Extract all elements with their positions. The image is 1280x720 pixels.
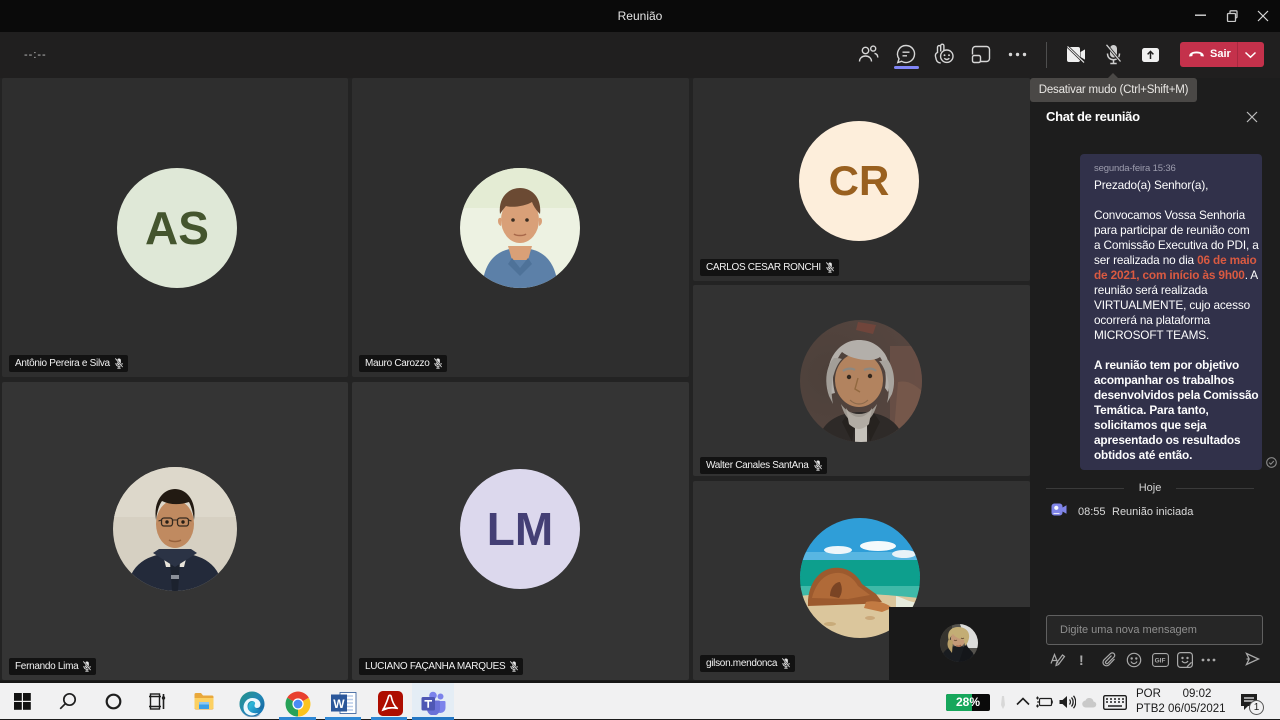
svg-text:W: W (333, 697, 345, 711)
svg-text:GIF: GIF (1155, 658, 1166, 665)
